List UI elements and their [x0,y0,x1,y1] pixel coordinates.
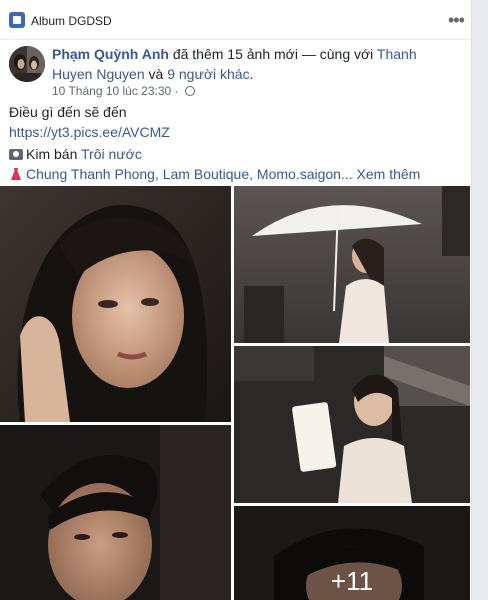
album-title[interactable]: Album DGDSD [31,14,112,28]
caption: Điều gì đến sẽ đến [9,104,127,120]
photo-4[interactable] [0,425,231,600]
globe-icon[interactable] [184,86,195,96]
post-url-link[interactable]: https://yt3.pics.ee/AVCMZ [9,124,170,140]
song-link[interactable]: Trôi nước [81,146,142,162]
and-text: và [144,66,168,82]
photo-1[interactable] [0,186,231,422]
photo-grid: +11 [0,186,471,600]
period-text: . [249,66,254,82]
photo-5-more[interactable]: +11 [234,506,470,600]
album-header: Album DGDSD ••• [0,0,471,40]
three-dots-icon[interactable]: ••• [448,10,465,31]
post-action-text: đã thêm 15 ảnh mới — cùng với [168,46,377,62]
photo-3[interactable] [234,346,470,503]
post-body: Điều gì đến sẽ đến https://yt3.pics.ee/A… [9,102,464,184]
album-icon [9,12,25,28]
camera-icon [9,149,23,160]
dress-icon [11,168,21,180]
others-link[interactable]: 9 người khác [167,66,249,82]
post-card: Album DGDSD ••• Phạm Quỳnh Anh đã thêm 1… [0,0,472,600]
photo-2[interactable] [234,186,470,343]
post-header-text: Phạm Quỳnh Anh đã thêm 15 ảnh mới — cùng… [52,44,457,84]
meta-separator: · [171,84,182,98]
timestamp[interactable]: 10 Tháng 10 lúc 23:30 [52,84,171,98]
avatar[interactable] [9,46,45,82]
post-meta: 10 Tháng 10 lúc 23:30 · [52,84,195,98]
song-prefix: Kim bán [26,146,81,162]
more-photos-count[interactable]: +11 [234,566,470,597]
author-name[interactable]: Phạm Quỳnh Anh [52,46,169,62]
see-more-link[interactable]: Xem thêm [357,166,421,182]
credits-link[interactable]: Chung Thanh Phong, Lam Boutique, Momo.sa… [26,166,353,182]
